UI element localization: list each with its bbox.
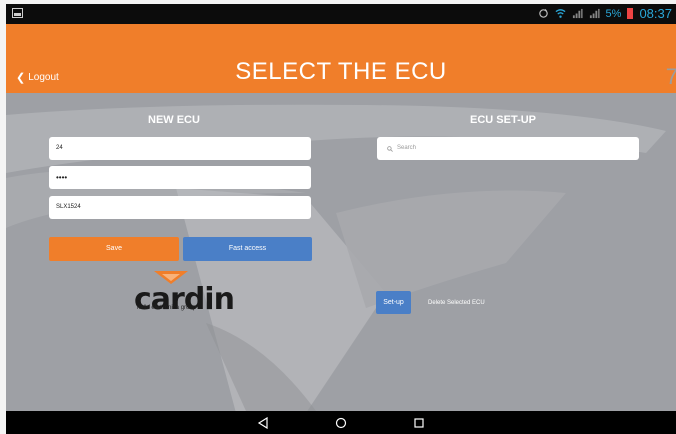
device-screen: 5% 08:37 ❮ Logout SELECT THE ECU 7 NEW E…	[6, 4, 676, 434]
cardin-logo: cardin riello elettronica group	[134, 268, 235, 317]
signal-icon	[572, 8, 583, 19]
save-button[interactable]: Save	[49, 237, 179, 261]
header-corner-glyph: 7	[665, 64, 676, 89]
main-content: NEW ECU ECU SET-UP 24 •••• SLX1524 Searc…	[6, 93, 676, 411]
delete-selected-ecu-button[interactable]: Delete Selected ECU	[428, 300, 485, 306]
battery-icon	[627, 8, 634, 19]
system-nav-bar	[6, 411, 676, 434]
search-placeholder: Search	[397, 145, 417, 151]
wifi-icon	[555, 9, 566, 18]
recents-icon[interactable]	[412, 416, 426, 430]
page-title: SELECT THE ECU	[235, 58, 447, 85]
logo-tagline: riello elettronica group	[137, 305, 197, 311]
status-icons: 5% 08:37	[538, 6, 672, 21]
setup-button[interactable]: Set-up	[376, 291, 411, 314]
app-header: ❮ Logout SELECT THE ECU 7	[6, 24, 676, 93]
search-input[interactable]: Search	[377, 137, 639, 160]
battery-percent: 5%	[605, 7, 622, 20]
clock: 08:37	[639, 6, 672, 21]
new-ecu-title: NEW ECU	[148, 114, 200, 126]
ecu-setup-title: ECU SET-UP	[470, 114, 537, 126]
status-bar: 5% 08:37	[6, 4, 676, 24]
home-icon[interactable]	[334, 416, 348, 430]
logo-wordmark: cardin	[134, 282, 235, 317]
search-icon	[387, 145, 393, 152]
ecu-code-field[interactable]: 24	[49, 137, 311, 160]
password-field[interactable]: ••••	[49, 166, 311, 189]
image-icon	[12, 8, 23, 18]
fast-access-button[interactable]: Fast access	[183, 237, 312, 261]
back-icon[interactable]	[256, 416, 270, 430]
rotate-icon	[538, 8, 548, 18]
signal-icon	[589, 8, 600, 19]
model-field[interactable]: SLX1524	[49, 196, 311, 219]
